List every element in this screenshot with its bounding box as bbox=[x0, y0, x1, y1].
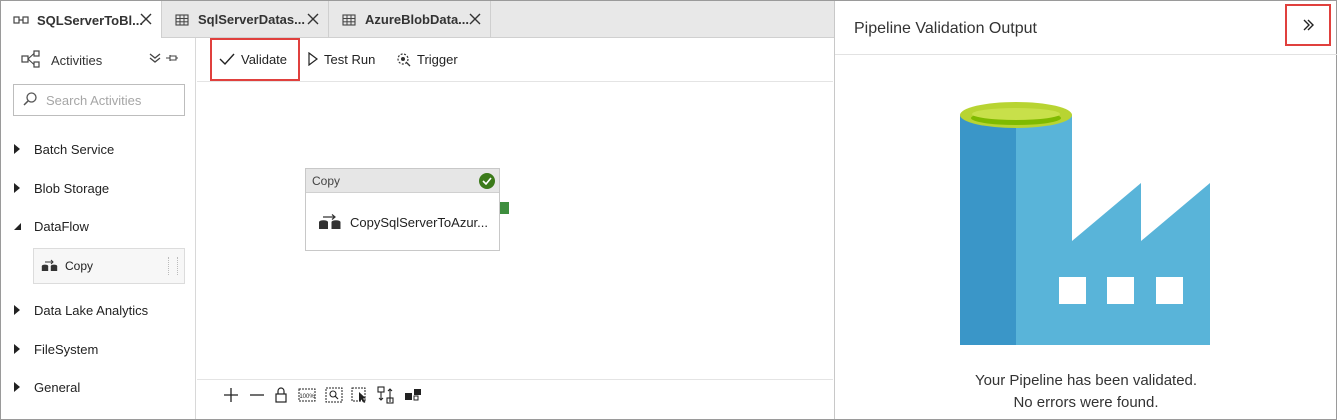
category-label: DataFlow bbox=[34, 218, 89, 234]
table-icon bbox=[174, 12, 190, 28]
tab-azureblob-dataset[interactable]: AzureBlobData... bbox=[329, 1, 491, 38]
data-factory-illustration bbox=[960, 102, 1210, 345]
auto-align-icon[interactable] bbox=[377, 386, 395, 404]
node-type-label: Copy bbox=[312, 173, 341, 188]
copy-activity-icon bbox=[41, 259, 59, 273]
canvas-controls: 100% bbox=[197, 379, 833, 419]
caret-right-icon bbox=[13, 183, 23, 193]
category-label: FileSystem bbox=[34, 341, 99, 357]
category-dataflow[interactable]: DataFlow bbox=[13, 216, 89, 236]
layout-icon[interactable] bbox=[404, 386, 422, 404]
category-data-lake-analytics[interactable]: Data Lake Analytics bbox=[13, 300, 148, 320]
collapse-panel-button[interactable] bbox=[1285, 4, 1331, 46]
category-label: Data Lake Analytics bbox=[34, 302, 149, 318]
search-icon bbox=[22, 91, 38, 110]
check-icon bbox=[219, 53, 235, 66]
collapse-all-icon[interactable] bbox=[149, 52, 161, 67]
activity-copy[interactable]: Copy bbox=[33, 248, 185, 284]
caret-right-icon bbox=[13, 382, 23, 392]
category-general[interactable]: General bbox=[13, 377, 80, 397]
activities-icon bbox=[21, 49, 41, 71]
validate-button[interactable]: Validate bbox=[219, 38, 287, 80]
node-header: Copy bbox=[306, 169, 499, 193]
validation-message-line1: Your Pipeline has been validated. bbox=[974, 372, 1198, 389]
validation-output-panel: Pipeline Validation Output Your Pipeline… bbox=[834, 1, 1337, 419]
close-icon[interactable] bbox=[306, 12, 320, 26]
pipeline-canvas[interactable] bbox=[197, 83, 833, 379]
trigger-label: Trigger bbox=[417, 51, 458, 67]
close-icon[interactable] bbox=[139, 12, 153, 26]
drag-handle[interactable] bbox=[168, 257, 178, 275]
category-label: General bbox=[34, 379, 81, 395]
category-filesystem[interactable]: FileSystem bbox=[13, 339, 98, 359]
category-batch-service[interactable]: Batch Service bbox=[13, 139, 114, 159]
play-icon bbox=[308, 52, 318, 66]
tab-pipeline[interactable]: SQLServerToBl... bbox=[1, 1, 162, 39]
select-icon[interactable] bbox=[351, 386, 369, 404]
zoom-out-icon[interactable] bbox=[248, 386, 266, 404]
close-icon[interactable] bbox=[468, 12, 482, 26]
category-label: Batch Service bbox=[34, 141, 115, 157]
tab-label: AzureBlobData... bbox=[365, 12, 470, 27]
tab-bar: SQLServerToBl... SqlServerDatas... Azure… bbox=[1, 1, 834, 39]
output-port[interactable] bbox=[500, 202, 509, 214]
tab-label: SQLServerToBl... bbox=[37, 12, 143, 28]
category-blob-storage[interactable]: Blob Storage bbox=[13, 178, 109, 198]
test-run-label: Test Run bbox=[324, 51, 376, 67]
validation-output-title: Pipeline Validation Output bbox=[854, 20, 1037, 37]
tab-label: SqlServerDatas... bbox=[198, 12, 305, 27]
tab-sqlserver-dataset[interactable]: SqlServerDatas... bbox=[162, 1, 329, 38]
validate-label: Validate bbox=[241, 51, 288, 67]
panel-controls bbox=[149, 52, 179, 67]
pipeline-toolbar: Validate Test Run Trigger bbox=[197, 38, 833, 82]
category-label: Blob Storage bbox=[34, 180, 110, 196]
copy-activity-node[interactable]: Copy CopySqlServerToAzur... bbox=[305, 168, 500, 251]
activities-header: Activities bbox=[21, 48, 102, 72]
double-chevron-right-icon bbox=[1303, 19, 1314, 31]
caret-right-icon bbox=[13, 305, 23, 315]
table-icon bbox=[341, 12, 357, 28]
search-input[interactable] bbox=[46, 92, 176, 108]
svg-text:100%: 100% bbox=[299, 394, 315, 400]
zoom-to-fit-icon[interactable] bbox=[325, 386, 343, 404]
validation-message-line2: No errors were found. bbox=[1013, 394, 1159, 411]
test-run-button[interactable]: Test Run bbox=[308, 38, 375, 80]
success-check-icon bbox=[479, 173, 495, 189]
validation-output-header: Pipeline Validation Output bbox=[835, 1, 1337, 55]
caret-right-icon bbox=[13, 144, 23, 154]
trigger-icon bbox=[397, 53, 411, 67]
activities-panel: Activities Batch Service Blob Storage Da… bbox=[1, 38, 196, 419]
caret-down-icon bbox=[13, 221, 23, 231]
pipeline-icon bbox=[13, 12, 29, 28]
activities-title: Activities bbox=[51, 52, 103, 68]
caret-right-icon bbox=[13, 344, 23, 354]
copy-activity-icon bbox=[318, 213, 342, 231]
trigger-button[interactable]: Trigger bbox=[395, 38, 458, 80]
zoom-100-icon[interactable]: 100% bbox=[298, 386, 316, 404]
node-body: CopySqlServerToAzur... bbox=[306, 193, 499, 251]
node-name: CopySqlServerToAzur... bbox=[350, 214, 489, 230]
zoom-in-icon[interactable] bbox=[222, 386, 240, 404]
search-box bbox=[13, 84, 185, 116]
lock-icon[interactable] bbox=[272, 386, 290, 404]
activity-label: Copy bbox=[65, 259, 94, 273]
pin-icon[interactable] bbox=[165, 52, 179, 67]
